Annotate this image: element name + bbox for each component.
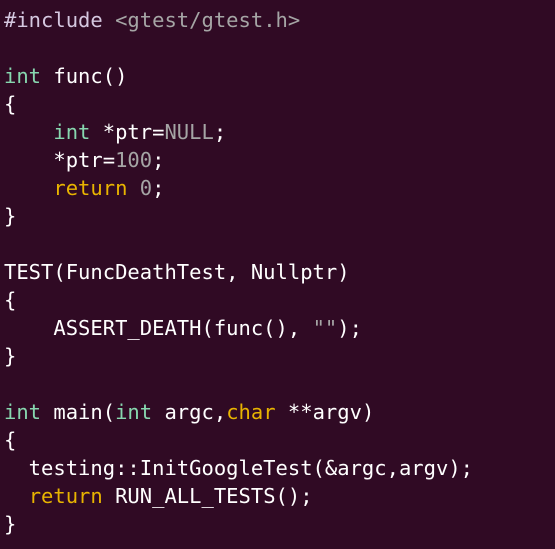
code-line[interactable]: int main(int argc,char **argv) xyxy=(4,398,555,426)
code-token-default: testing::InitGoogleTest(&argc,argv); xyxy=(4,456,473,480)
code-token-control: char xyxy=(226,400,276,424)
code-token-default: TEST(FuncDeathTest, Nullptr) xyxy=(4,260,350,284)
code-token-default: ; xyxy=(213,120,227,144)
code-line[interactable]: { xyxy=(4,426,555,454)
code-token-default: { xyxy=(4,92,17,116)
code-token-default: *ptr= xyxy=(90,120,165,144)
code-line[interactable]: *ptr=100; xyxy=(4,146,555,174)
code-line[interactable]: int func() xyxy=(4,62,555,90)
code-line[interactable]: #include <gtest/gtest.h> xyxy=(4,6,555,34)
code-token-control: return xyxy=(28,484,103,508)
code-line[interactable]: } xyxy=(4,510,555,538)
code-token-default xyxy=(4,484,29,508)
code-line[interactable]: } xyxy=(4,202,555,230)
code-token-default: } xyxy=(4,344,17,368)
code-line[interactable] xyxy=(4,34,555,62)
code-token-default: main( xyxy=(41,400,116,424)
code-token-number: 0 xyxy=(139,176,153,200)
code-token-default: ASSERT_DEATH(func(), xyxy=(4,316,313,340)
code-editor[interactable]: #include <gtest/gtest.h> int func(){ int … xyxy=(0,0,555,549)
code-token-string: "" xyxy=(312,316,338,340)
code-line[interactable]: return 0; xyxy=(4,174,555,202)
code-token-default: { xyxy=(4,288,17,312)
code-token-number: 100 xyxy=(115,148,153,172)
code-line[interactable]: } xyxy=(4,342,555,370)
code-token-control: return xyxy=(53,176,128,200)
code-token-keyword: int xyxy=(4,64,42,88)
code-line[interactable]: testing::InitGoogleTest(&argc,argv); xyxy=(4,454,555,482)
code-token-const: NULL xyxy=(164,120,214,144)
code-token-default: } xyxy=(4,512,17,536)
code-token-keyword: int xyxy=(4,400,42,424)
code-token-default: *ptr= xyxy=(4,148,116,172)
code-token-default: argc, xyxy=(152,400,227,424)
code-token-string: <gtest/gtest.h> xyxy=(115,8,301,32)
code-token-default: func() xyxy=(41,64,128,88)
code-line[interactable]: TEST(FuncDeathTest, Nullptr) xyxy=(4,258,555,286)
code-line[interactable] xyxy=(4,230,555,258)
code-token-default: RUN_ALL_TESTS(); xyxy=(102,484,313,508)
code-token-preproc: #include xyxy=(4,8,116,32)
code-line[interactable]: { xyxy=(4,286,555,314)
code-token-default: ; xyxy=(152,176,165,200)
code-line[interactable]: return RUN_ALL_TESTS(); xyxy=(4,482,555,510)
code-token-default xyxy=(127,176,139,200)
code-token-default: ); xyxy=(337,316,362,340)
code-token-keyword: int xyxy=(53,120,91,144)
code-line[interactable]: { xyxy=(4,90,555,118)
code-token-default: } xyxy=(4,204,17,228)
code-line[interactable] xyxy=(4,370,555,398)
code-line[interactable]: ASSERT_DEATH(func(), ""); xyxy=(4,314,555,342)
code-line[interactable]: int *ptr=NULL; xyxy=(4,118,555,146)
code-token-default: { xyxy=(4,428,17,452)
code-token-default: ; xyxy=(152,148,165,172)
code-token-default xyxy=(4,176,53,200)
code-token-keyword: int xyxy=(115,400,153,424)
code-token-default xyxy=(4,120,53,144)
code-token-default: **argv) xyxy=(275,400,375,424)
